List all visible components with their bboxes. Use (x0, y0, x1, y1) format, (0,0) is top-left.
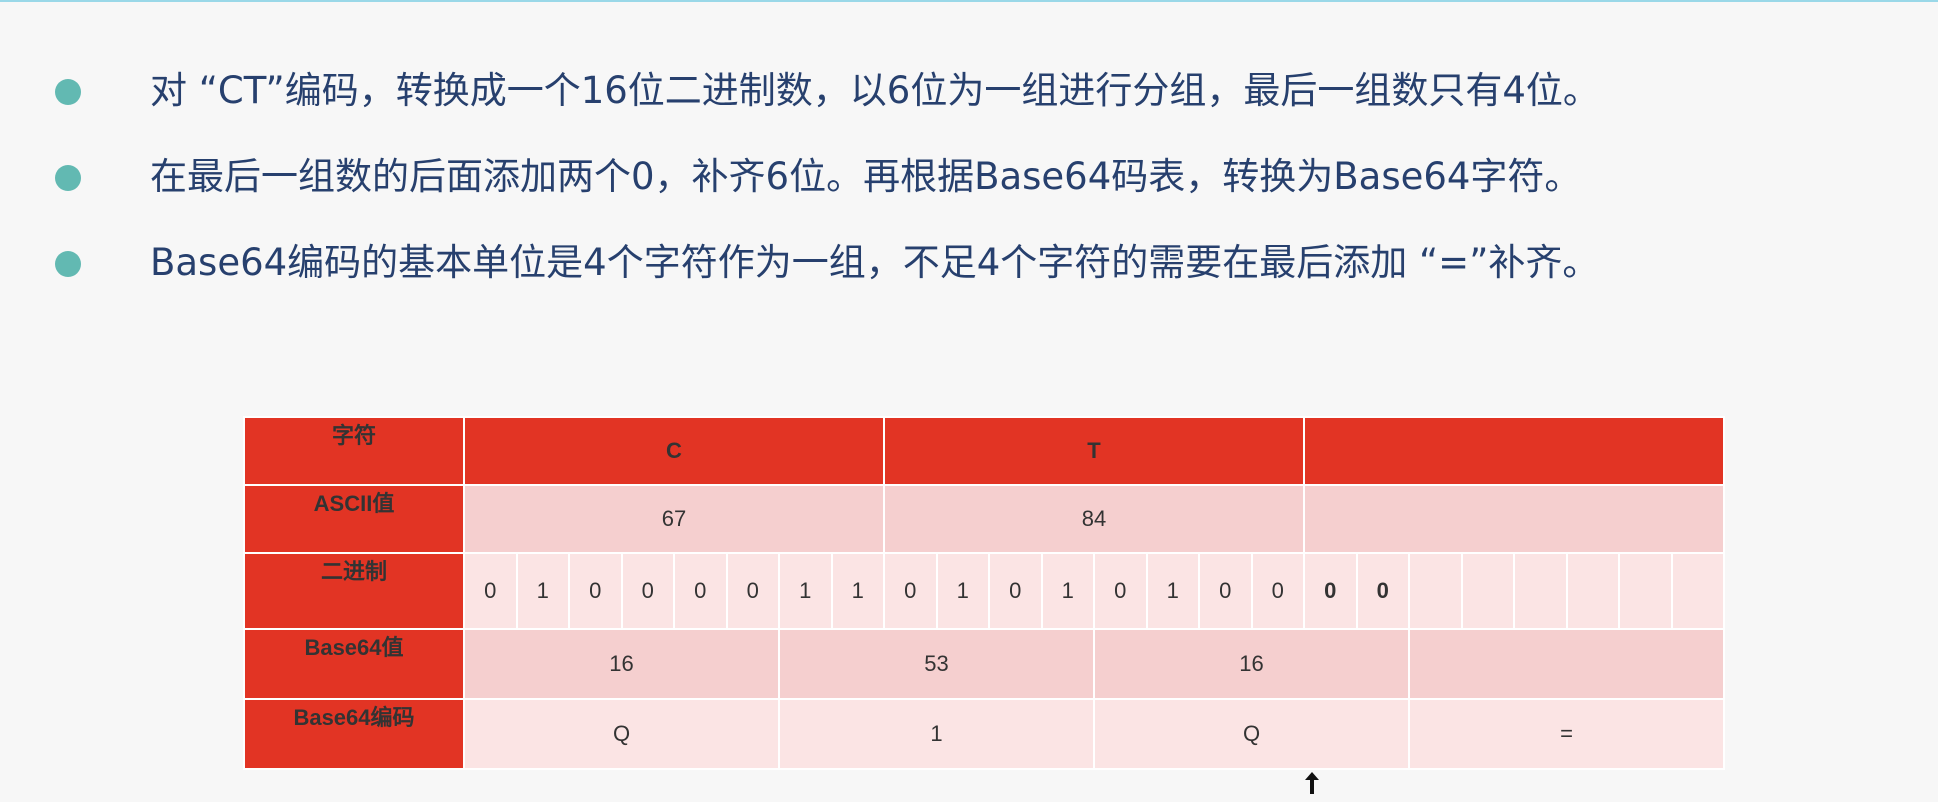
char-cell (1303, 416, 1725, 486)
ascii-cell: 84 (883, 484, 1305, 554)
bullet-text: 对 “CT”编码，转换成一个16位二进制数，以6位为一组进行分组，最后一组数只有… (150, 69, 1600, 112)
base64-code-cell: = (1408, 698, 1725, 770)
bit-cell: 0 (883, 552, 938, 630)
row-label-ascii: ASCII值 (243, 484, 465, 554)
bit-cell: 0 (725, 552, 780, 630)
row-label-base64-code: Base64编码 (243, 698, 465, 770)
bullet-dot-icon (55, 165, 81, 191)
padding-bit-cell: 0 (1303, 552, 1358, 630)
bit-cell: 1 (778, 552, 833, 630)
char-cell: T (883, 416, 1305, 486)
bit-cell: 0 (568, 552, 623, 630)
bit-cell: 1 (830, 552, 885, 630)
bit-cell: 1 (515, 552, 570, 630)
bit-cell (1408, 552, 1463, 630)
base64-value-row: Base64值 16 53 16 (243, 628, 1725, 700)
bullet-text: Base64编码的基本单位是4个字符作为一组，不足4个字符的需要在最后添加 “=… (150, 241, 1600, 284)
char-cell: C (463, 416, 885, 486)
bullet-dot-icon (55, 79, 81, 105)
base64-code-row: Base64编码 Q 1 Q = (243, 698, 1725, 770)
base64-value-cell (1408, 628, 1725, 700)
bit-cell (1460, 552, 1515, 630)
bit-cell (1618, 552, 1673, 630)
padding-bit-cell: 0 (1355, 552, 1410, 630)
bullet-item: Base64编码的基本单位是4个字符作为一组，不足4个字符的需要在最后添加 “=… (55, 220, 1915, 306)
bit-cell: 0 (1250, 552, 1305, 630)
base64-value-cell: 16 (463, 628, 780, 700)
ascii-cell (1303, 484, 1725, 554)
bit-cell (1670, 552, 1725, 630)
base64-encoding-table: 字符 C T ASCII值 67 84 二进制 0 1 0 0 0 0 1 1 … (243, 416, 1725, 770)
bit-cell: 0 (463, 552, 518, 630)
bit-cell: 0 (1093, 552, 1148, 630)
bullet-text: 在最后一组数的后面添加两个0，补齐6位。再根据Base64码表，转换为Base6… (150, 155, 1582, 198)
base64-value-cell: 16 (1093, 628, 1410, 700)
bullet-item: 在最后一组数的后面添加两个0，补齐6位。再根据Base64码表，转换为Base6… (55, 134, 1915, 220)
bit-cell (1513, 552, 1568, 630)
row-label-base64-value: Base64值 (243, 628, 465, 700)
base64-value-cell: 53 (778, 628, 1095, 700)
ascii-cell: 67 (463, 484, 885, 554)
bit-cell: 0 (620, 552, 675, 630)
bit-cell (1565, 552, 1620, 630)
top-accent-line (0, 0, 1938, 2)
base64-code-cell: Q (463, 698, 780, 770)
row-label-char: 字符 (243, 416, 465, 486)
base64-code-cell: 1 (778, 698, 1095, 770)
ascii-row: ASCII值 67 84 (243, 484, 1725, 554)
mouse-pointer-icon (1305, 772, 1319, 794)
bit-cell: 1 (1040, 552, 1095, 630)
bit-cell: 1 (935, 552, 990, 630)
bullet-list: 对 “CT”编码，转换成一个16位二进制数，以6位为一组进行分组，最后一组数只有… (55, 48, 1915, 306)
bullet-item: 对 “CT”编码，转换成一个16位二进制数，以6位为一组进行分组，最后一组数只有… (55, 48, 1915, 134)
bullet-dot-icon (55, 251, 81, 277)
bit-cell: 0 (673, 552, 728, 630)
row-label-binary: 二进制 (243, 552, 465, 630)
base64-code-cell: Q (1093, 698, 1410, 770)
bit-cell: 0 (1198, 552, 1253, 630)
bit-cell: 0 (988, 552, 1043, 630)
char-row: 字符 C T (243, 416, 1725, 486)
bit-cell: 1 (1145, 552, 1200, 630)
binary-row: 二进制 0 1 0 0 0 0 1 1 0 1 0 1 0 1 0 0 0 0 (243, 552, 1725, 630)
